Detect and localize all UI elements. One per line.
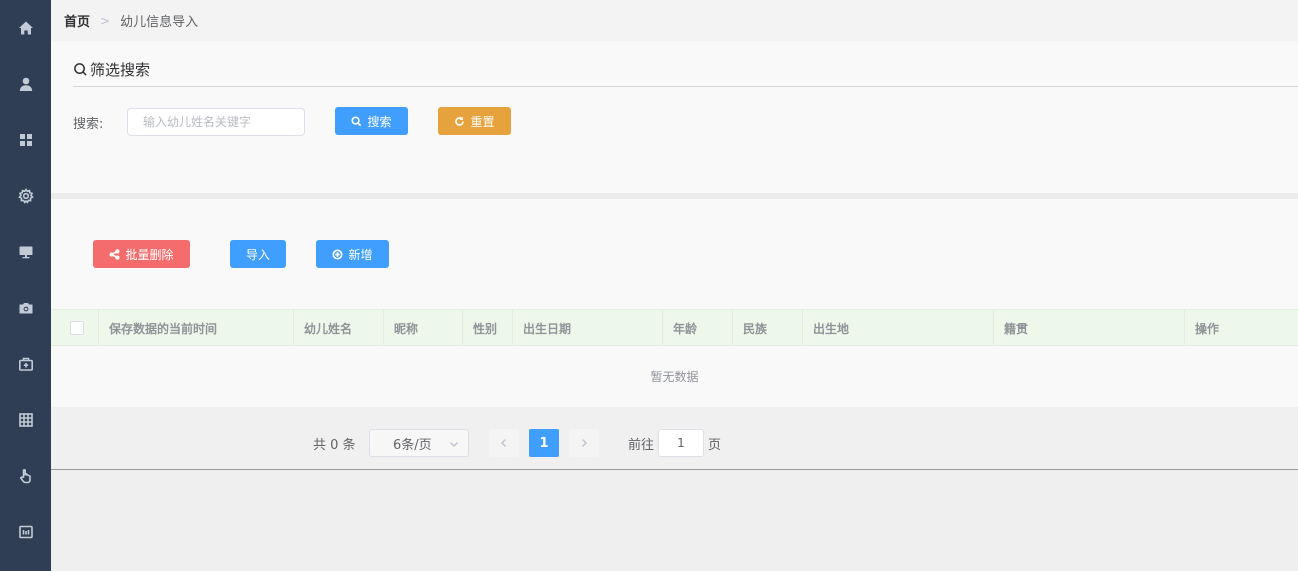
home-icon[interactable] [0,13,51,43]
search-label: 搜索: [73,117,104,132]
column-header[interactable]: 性别 [463,310,513,346]
batch-delete-label: 批量删除 [125,247,174,262]
select-all-checkbox[interactable] [70,321,84,335]
breadcrumb: 首页 > 幼儿信息导入 [51,0,1298,41]
report-icon[interactable] [0,517,51,547]
column-header[interactable]: 籍贯 [994,310,1185,346]
next-page-button[interactable] [569,429,599,457]
prev-page-button[interactable] [489,429,519,457]
breadcrumb-current: 幼儿信息导入 [120,15,199,30]
table-icon[interactable] [0,405,51,435]
column-header[interactable]: 昵称 [384,310,463,346]
filter-title-text: 筛选搜索 [90,61,151,79]
main-content: 首页 > 幼儿信息导入 筛选搜索 搜索: 搜索 重置 批量删除 导入 [51,0,1298,571]
bottom-empty-area [51,471,1298,571]
filter-title: 筛选搜索 [73,59,1298,87]
search-icon [73,62,88,77]
sidebar [0,0,51,571]
search-input[interactable] [127,108,305,136]
table-empty-text: 暂无数据 [51,346,1298,406]
camera-icon[interactable] [0,293,51,323]
import-button[interactable]: 导入 [230,240,286,268]
select-all-cell [51,310,99,346]
pagination-total: 共 0 条 [313,438,356,453]
breadcrumb-separator: > [100,13,111,28]
batch-delete-button[interactable]: 批量删除 [93,240,190,268]
chevron-right-icon [581,438,588,448]
chevron-left-icon [500,438,507,448]
search-button[interactable]: 搜索 [335,107,408,135]
chevron-down-icon [449,438,459,448]
add-button-label: 新增 [348,247,373,262]
column-header[interactable]: 保存数据的当前时间 [99,310,294,346]
add-button[interactable]: 新增 [316,240,389,268]
table-panel: 批量删除 导入 新增 保存数据的当前时间 幼儿姓名 昵称 性别 出生日期 年龄 … [51,199,1298,407]
grid-icon[interactable] [0,125,51,155]
import-button-label: 导入 [245,247,270,262]
hand-pointer-icon[interactable] [0,461,51,491]
monitor-icon[interactable] [0,237,51,267]
search-icon [351,115,362,126]
pagination: 共 0 条 6条/页 1 前往 页 [51,407,1298,470]
page-suffix: 页 [708,438,722,453]
column-header[interactable]: 民族 [733,310,803,346]
plus-circle-icon [332,248,344,260]
goto-label: 前往 [628,438,655,453]
breadcrumb-home[interactable]: 首页 [64,11,90,30]
page-size-value: 6条/页 [393,437,432,453]
filter-panel: 筛选搜索 搜索: 搜索 重置 [51,41,1298,193]
reset-button-label: 重置 [470,114,495,129]
column-header[interactable]: 出生日期 [513,310,663,346]
column-header[interactable]: 幼儿姓名 [294,310,384,346]
settings-icon[interactable] [0,181,51,211]
column-header[interactable]: 出生地 [803,310,994,346]
share-icon [109,248,121,260]
reset-button[interactable]: 重置 [438,107,511,135]
page-size-select[interactable]: 6条/页 [369,429,469,457]
column-header[interactable]: 年龄 [663,310,733,346]
goto-page-input[interactable] [658,429,704,457]
refresh-icon [455,116,465,126]
table-header: 保存数据的当前时间 幼儿姓名 昵称 性别 出生日期 年龄 民族 出生地 籍贯 操… [51,309,1298,346]
page-number-current[interactable]: 1 [529,429,559,457]
column-header[interactable]: 操作 [1185,310,1298,346]
medical-kit-icon[interactable] [0,349,51,379]
search-button-label: 搜索 [367,114,392,129]
user-icon[interactable] [0,69,51,99]
